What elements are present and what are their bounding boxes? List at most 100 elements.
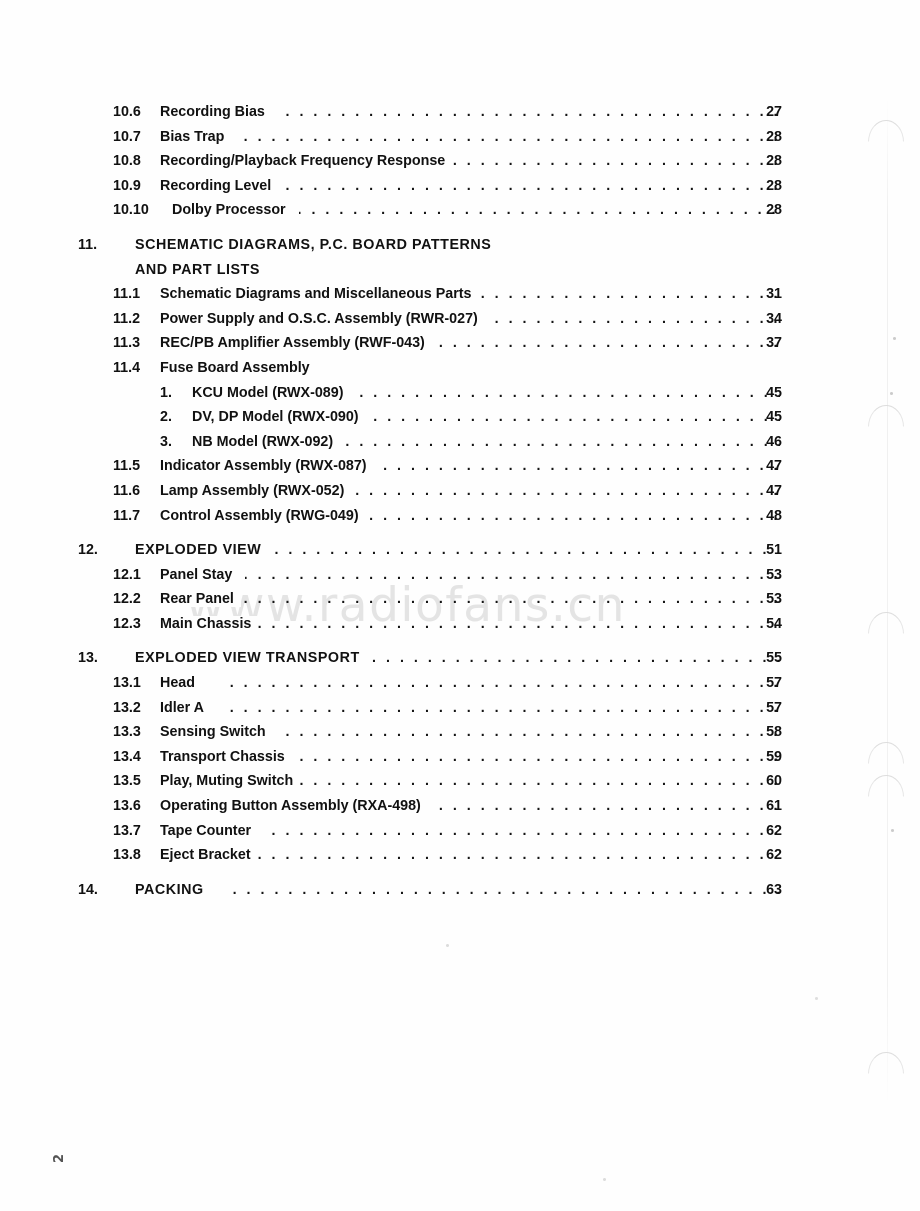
toc-entry-number: 13.5 [113,773,141,790]
toc-entry-number: 11.1 [113,286,141,303]
toc-entry[interactable]: 12. . . . . . . . . . . . . . . . . . . .… [0,542,920,567]
toc-entry-label: Indicator Assembly (RWX-087) [160,458,378,475]
table-of-contents: 10.6 . . . . . . . . . . . . . . . . . . … [0,104,920,906]
toc-entry-number: 12.1 [113,566,141,583]
toc-entry[interactable]: 10.6 . . . . . . . . . . . . . . . . . . … [0,104,920,129]
toc-leader: . . . . . . . . . . . . . . . . . . . . … [160,153,780,178]
document-page: www.radiofans.cn 10.6. . . . . . . . . .… [0,0,920,1211]
toc-entry[interactable]: 13.2 . . . . . . . . . . . . . . . . . . … [0,699,920,725]
scan-speck [446,944,449,947]
toc-entry-page: 57 [766,699,782,716]
toc-entry-label: EXPLODED VIEW TRANSPORT [135,650,367,667]
toc-entry-page: 37 [766,335,782,352]
toc-entry[interactable]: 13.6 . . . . . . . . . . . . . . . . . . … [0,798,920,823]
toc-entry-number: 11. [78,236,98,253]
toc-entry-number: 13.3 [113,724,141,741]
toc-leader: . . . . . . . . . . . . . . . . . . . . … [160,675,780,700]
toc-entry-number: 13.4 [113,748,141,765]
toc-entry[interactable]: 13.4 . . . . . . . . . . . . . . . . . . … [0,748,920,774]
toc-entry[interactable]: 13.1 . . . . . . . . . . . . . . . . . . … [0,675,920,700]
toc-entry-page: 31 [766,286,782,303]
toc-entry-number: 3. [160,433,172,450]
toc-entry-label: Schematic Diagrams and Miscellaneous Par… [160,286,479,303]
toc-leader: . . . . . . . . . . . . . . . . . . . . … [192,409,780,434]
toc-entry[interactable]: 11. SCHEMATIC DIAGRAMS, P.C. BOARD PATTER… [0,237,920,262]
toc-entry-number: 2. [160,409,172,426]
toc-entry[interactable]: 10.7 . . . . . . . . . . . . . . . . . . … [0,128,920,154]
toc-entry[interactable]: 13.7 . . . . . . . . . . . . . . . . . . … [0,822,920,848]
toc-entry[interactable]: 10.8 . . . . . . . . . . . . . . . . . . … [0,153,920,178]
toc-entry-number: 10.9 [113,177,141,194]
toc-entry-number: 10.7 [113,128,141,145]
toc-leader: . . . . . . . . . . . . . . . . . . . . … [160,482,780,508]
toc-entry[interactable]: 11.6 . . . . . . . . . . . . . . . . . . … [0,482,920,508]
toc-entry[interactable]: 13.3 . . . . . . . . . . . . . . . . . . … [0,724,920,749]
toc-entry-number: 13.1 [113,675,141,692]
leader-dots: . . . . . . . . . . . . . . . . . . . . … [160,699,780,716]
toc-entry-page: 51 [766,542,782,559]
toc-leader: . . . . . . . . . . . . . . . . . . . . … [160,128,780,154]
toc-entry[interactable]: 2. . . . . . . . . . . . . . . . . . . . … [0,409,920,434]
toc-entry-number: 11.2 [113,310,141,327]
toc-leader: . . . . . . . . . . . . . . . . . . . . … [135,881,780,907]
toc-entry-label: Sensing Switch [160,724,277,741]
toc-entry-page: 48 [766,507,782,524]
toc-leader: . . . . . . . . . . . . . . . . . . . . … [160,286,780,311]
toc-entry-label: PACKING [135,881,223,898]
binder-punch-arc [868,1052,904,1074]
toc-entry-number: 12. [78,542,98,559]
toc-entry-number: 11.6 [113,482,141,499]
toc-entry-page: 62 [766,847,782,864]
toc-leader: . . . . . . . . . . . . . . . . . . . . … [160,822,780,848]
toc-entry[interactable]: 13.5 . . . . . . . . . . . . . . . . . . … [0,773,920,798]
toc-entry[interactable]: 14. . . . . . . . . . . . . . . . . . . .… [0,881,920,907]
toc-entry-number: 13. [78,650,98,667]
toc-entry-label: Recording Bias [160,104,278,120]
toc-leader: . . . . . . . . . . . . . . . . . . . . … [160,310,780,336]
leader-dots: . . . . . . . . . . . . . . . . . . . . … [160,566,780,583]
toc-entry-label: Play, Muting Switch [160,773,301,790]
toc-entry-continuation: AND PART LISTS [135,261,260,278]
toc-entry[interactable]: 11.7 . . . . . . . . . . . . . . . . . . … [0,507,920,533]
toc-entry[interactable]: 11.3 . . . . . . . . . . . . . . . . . . … [0,335,920,360]
toc-entry-label: DV, DP Model (RWX-090) [192,409,366,426]
toc-leader: . . . . . . . . . . . . . . . . . . . . … [160,773,780,798]
toc-entry-number: 12.3 [113,615,141,632]
toc-leader: . . . . . . . . . . . . . . . . . . . . … [135,542,780,567]
toc-leader: . . . . . . . . . . . . . . . . . . . . … [160,104,780,129]
toc-entry[interactable]: 12.3 . . . . . . . . . . . . . . . . . . … [0,615,920,641]
toc-entry[interactable]: 11.5 . . . . . . . . . . . . . . . . . . … [0,458,920,483]
toc-entry[interactable]: 11.2 . . . . . . . . . . . . . . . . . . … [0,310,920,336]
toc-entry[interactable]: 10.9 . . . . . . . . . . . . . . . . . . … [0,177,920,203]
toc-entry-page: 53 [766,591,782,608]
scan-speck [603,1178,606,1181]
toc-entry[interactable]: 10.10 . . . . . . . . . . . . . . . . . .… [0,202,920,227]
leader-dots: . . . . . . . . . . . . . . . . . . . . … [160,675,780,692]
leader-dots: . . . . . . . . . . . . . . . . . . . . … [135,881,780,898]
toc-leader: . . . . . . . . . . . . . . . . . . . . … [160,748,780,774]
toc-entry-label: Fuse Board Assembly [160,359,310,376]
toc-entry[interactable]: 3. . . . . . . . . . . . . . . . . . . . … [0,433,920,459]
toc-leader: . . . . . . . . . . . . . . . . . . . . … [160,566,780,592]
toc-entry-page: 34 [766,310,782,327]
toc-entry-page: 62 [766,822,782,839]
toc-entry[interactable]: 11.1 . . . . . . . . . . . . . . . . . . … [0,286,920,311]
toc-leader: . . . . . . . . . . . . . . . . . . . . … [160,699,780,725]
toc-entry-number: 13.7 [113,822,141,839]
toc-entry-number: 1. [160,384,172,401]
toc-leader: . . . . . . . . . . . . . . . . . . . . … [160,335,780,360]
toc-entry[interactable]: 11.4 Fuse Board Assembly [0,360,920,385]
toc-entry[interactable]: 13.8 . . . . . . . . . . . . . . . . . . … [0,847,920,872]
toc-entry-page: 45 [766,409,782,426]
toc-entry[interactable]: 12.1 . . . . . . . . . . . . . . . . . . … [0,566,920,592]
page-number-folio: 2 [52,1152,67,1163]
toc-entry[interactable]: 12.2 . . . . . . . . . . . . . . . . . . … [0,591,920,616]
toc-entry-number: 11.7 [113,507,141,524]
toc-entry[interactable]: 1. . . . . . . . . . . . . . . . . . . . … [0,384,920,410]
toc-entry-label: Tape Counter [160,822,265,839]
toc-leader: . . . . . . . . . . . . . . . . . . . . … [172,202,780,227]
toc-entry-label: Head [160,675,228,692]
toc-entry[interactable]: 13. . . . . . . . . . . . . . . . . . . .… [0,650,920,675]
toc-leader: . . . . . . . . . . . . . . . . . . . . … [160,847,780,872]
